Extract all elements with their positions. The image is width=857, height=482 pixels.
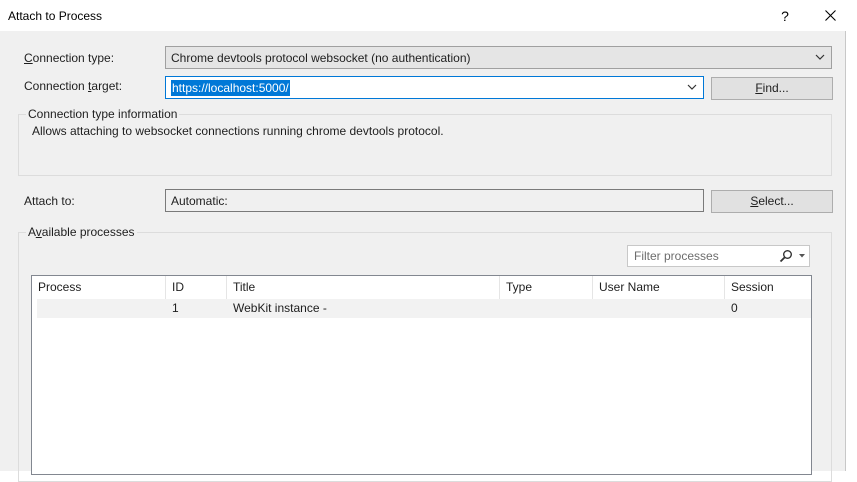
connection-target-label: Connection target:: [24, 79, 123, 93]
search-icon[interactable]: [779, 249, 793, 263]
connection-type-info-title: Connection type information: [26, 107, 180, 121]
chevron-down-icon[interactable]: [687, 81, 697, 93]
attach-dialog: Attach to Process ? Connection type: Chr…: [0, 0, 846, 482]
connection-type-label: Connection type:: [24, 51, 115, 65]
connection-type-info-text: Allows attaching to websocket connection…: [32, 124, 444, 138]
process-list-header: Process ID Title Type User Name Session: [32, 276, 811, 299]
cell-title: WebKit instance -: [233, 301, 327, 315]
filter-processes-box[interactable]: [627, 245, 810, 267]
find-button[interactable]: Find...: [711, 77, 833, 100]
column-header-process[interactable]: Process: [32, 276, 166, 299]
close-button[interactable]: [808, 0, 852, 31]
connection-target-input[interactable]: https://localhost:5000/: [165, 76, 704, 99]
cell-type: [505, 299, 593, 318]
column-header-id[interactable]: ID: [166, 276, 227, 299]
select-button[interactable]: Select...: [711, 190, 833, 213]
window-title: Attach to Process: [8, 9, 103, 23]
column-header-title[interactable]: Title: [227, 276, 500, 299]
cell-user-name: [598, 299, 725, 318]
close-icon: [824, 10, 836, 21]
connection-type-dropdown[interactable]: Chrome devtools protocol websocket (no a…: [165, 46, 832, 69]
connection-type-info-group: Connection type information Allows attac…: [18, 107, 832, 176]
chevron-down-icon: [815, 54, 825, 60]
cell-process: [37, 299, 166, 318]
cell-id: 1: [172, 301, 179, 315]
process-list[interactable]: Process ID Title Type User Name Session …: [31, 275, 812, 475]
filter-processes-input[interactable]: [632, 248, 778, 264]
title-bar: Attach to Process ?: [0, 0, 846, 31]
column-header-type[interactable]: Type: [500, 276, 593, 299]
help-button[interactable]: ?: [763, 0, 807, 31]
available-processes-title: Available processes: [26, 225, 137, 239]
column-header-session[interactable]: Session: [725, 276, 811, 299]
cell-session: 0: [731, 301, 738, 315]
background-window: [846, 31, 857, 471]
dropdown-arrow-icon[interactable]: [799, 254, 805, 258]
connection-target-value: https://localhost:5000/: [171, 80, 290, 96]
table-row[interactable]: 1 WebKit instance - 0: [37, 299, 811, 318]
attach-to-field: Automatic:: [165, 189, 704, 212]
attach-to-label: Attach to:: [24, 194, 75, 208]
connection-type-value: Chrome devtools protocol websocket (no a…: [171, 51, 471, 65]
attach-to-value: Automatic:: [171, 194, 228, 208]
column-header-user-name[interactable]: User Name: [593, 276, 725, 299]
